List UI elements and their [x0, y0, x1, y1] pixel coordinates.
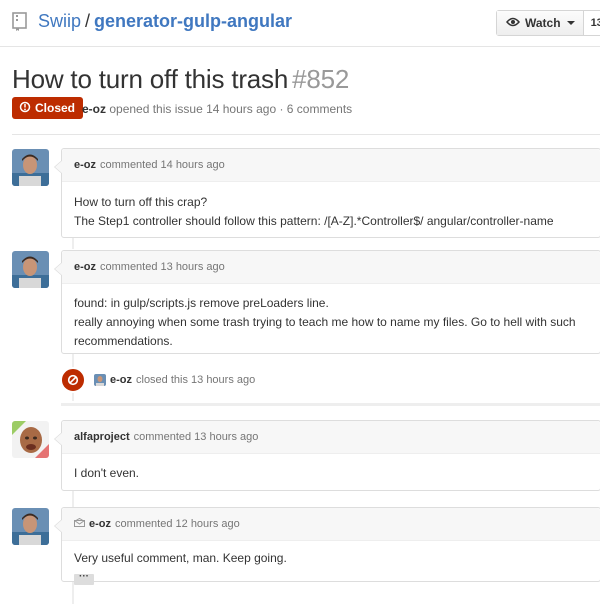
comment: e-oz commented 13 hours ago found: in gu… [54, 250, 600, 354]
event-author-link[interactable]: e-oz [110, 374, 132, 386]
comment-text: The Step1 controller should follow this … [74, 214, 554, 228]
issue-meta: e-oz opened this issue 14 hours ago · 6 … [82, 102, 352, 116]
issue-title-text: How to turn off this trash [12, 64, 289, 94]
comment-text: I don't even. [74, 466, 140, 480]
comment-header: e-oz commented 12 hours ago [62, 508, 600, 541]
show-trimmed-content-button[interactable]: ··· [74, 572, 94, 585]
comment-timestamp[interactable]: commented 13 hours ago [100, 261, 225, 273]
avatar[interactable] [12, 149, 49, 186]
event-text: closed this 13 hours ago [136, 374, 256, 386]
comment-body: found: in gulp/scripts.js remove preLoad… [62, 284, 600, 363]
issue-state-badge: Closed [12, 97, 84, 119]
chevron-down-icon [566, 21, 575, 25]
issue-title: How to turn off this trash #852 [12, 64, 349, 95]
watch-control: Watch 137 [496, 10, 600, 36]
repo-name-link[interactable]: generator-gulp-angular [94, 11, 292, 31]
eye-icon [506, 16, 525, 30]
comment-author-link[interactable]: e-oz [74, 159, 96, 171]
avatar[interactable] [94, 374, 106, 386]
comment-text: How to turn off this crap? [74, 195, 208, 209]
comment-header: e-oz commented 13 hours ago [62, 251, 600, 284]
comment-header: alfaproject commented 13 hours ago [62, 421, 600, 454]
comment-author-link[interactable]: e-oz [74, 261, 96, 273]
comment-timestamp[interactable]: commented 14 hours ago [100, 159, 225, 171]
watch-button[interactable]: Watch [497, 11, 584, 35]
mail-icon [74, 517, 85, 530]
comment-body: Very useful comment, man. Keep going. ··… [62, 541, 600, 597]
issue-meta-text: opened this issue 14 hours ago · 6 comme… [109, 102, 353, 116]
issue-state-label: Closed [35, 101, 76, 115]
repo-header: Swiip/generator-gulp-angular Watch 137 [0, 0, 600, 47]
comment-header: e-oz commented 14 hours ago [62, 149, 600, 182]
issue-closed-icon [19, 101, 35, 116]
avatar[interactable] [12, 421, 49, 458]
comment-text: found: in gulp/scripts.js remove preLoad… [74, 296, 329, 310]
repo-separator: / [85, 11, 91, 31]
header-divider [12, 134, 600, 135]
watch-count[interactable]: 137 [583, 11, 600, 35]
issue-number: #852 [292, 64, 350, 94]
repo-book-icon [12, 12, 28, 32]
comment-author-link[interactable]: e-oz [89, 518, 111, 530]
comment-text: really annoying when some trash trying t… [74, 315, 576, 348]
issue-author-link[interactable]: e-oz [82, 102, 106, 116]
repo-title: Swiip / generator-gulp-angular [38, 11, 292, 32]
repo-owner-link[interactable]: Swiip [38, 11, 81, 31]
comment-text: Very useful comment, man. Keep going. [74, 551, 287, 565]
comment-timestamp[interactable]: commented 13 hours ago [134, 431, 259, 443]
comment: e-oz commented 14 hours ago How to turn … [54, 148, 600, 238]
comment-timestamp[interactable]: commented 12 hours ago [115, 518, 240, 530]
closed-event: e-oz closed this 13 hours ago [60, 367, 256, 393]
comment: e-oz commented 12 hours ago Very useful … [54, 507, 600, 585]
comment-body: How to turn off this crap? The Step1 con… [62, 182, 600, 243]
watch-label: Watch [525, 16, 561, 30]
closed-event-icon [60, 367, 86, 393]
timeline-divider [61, 403, 600, 406]
avatar[interactable] [12, 508, 49, 545]
avatar[interactable] [12, 251, 49, 288]
comment-author-link[interactable]: alfaproject [74, 431, 130, 443]
comment: alfaproject commented 13 hours ago I don… [54, 420, 600, 491]
comment-body: I don't even. [62, 454, 600, 495]
